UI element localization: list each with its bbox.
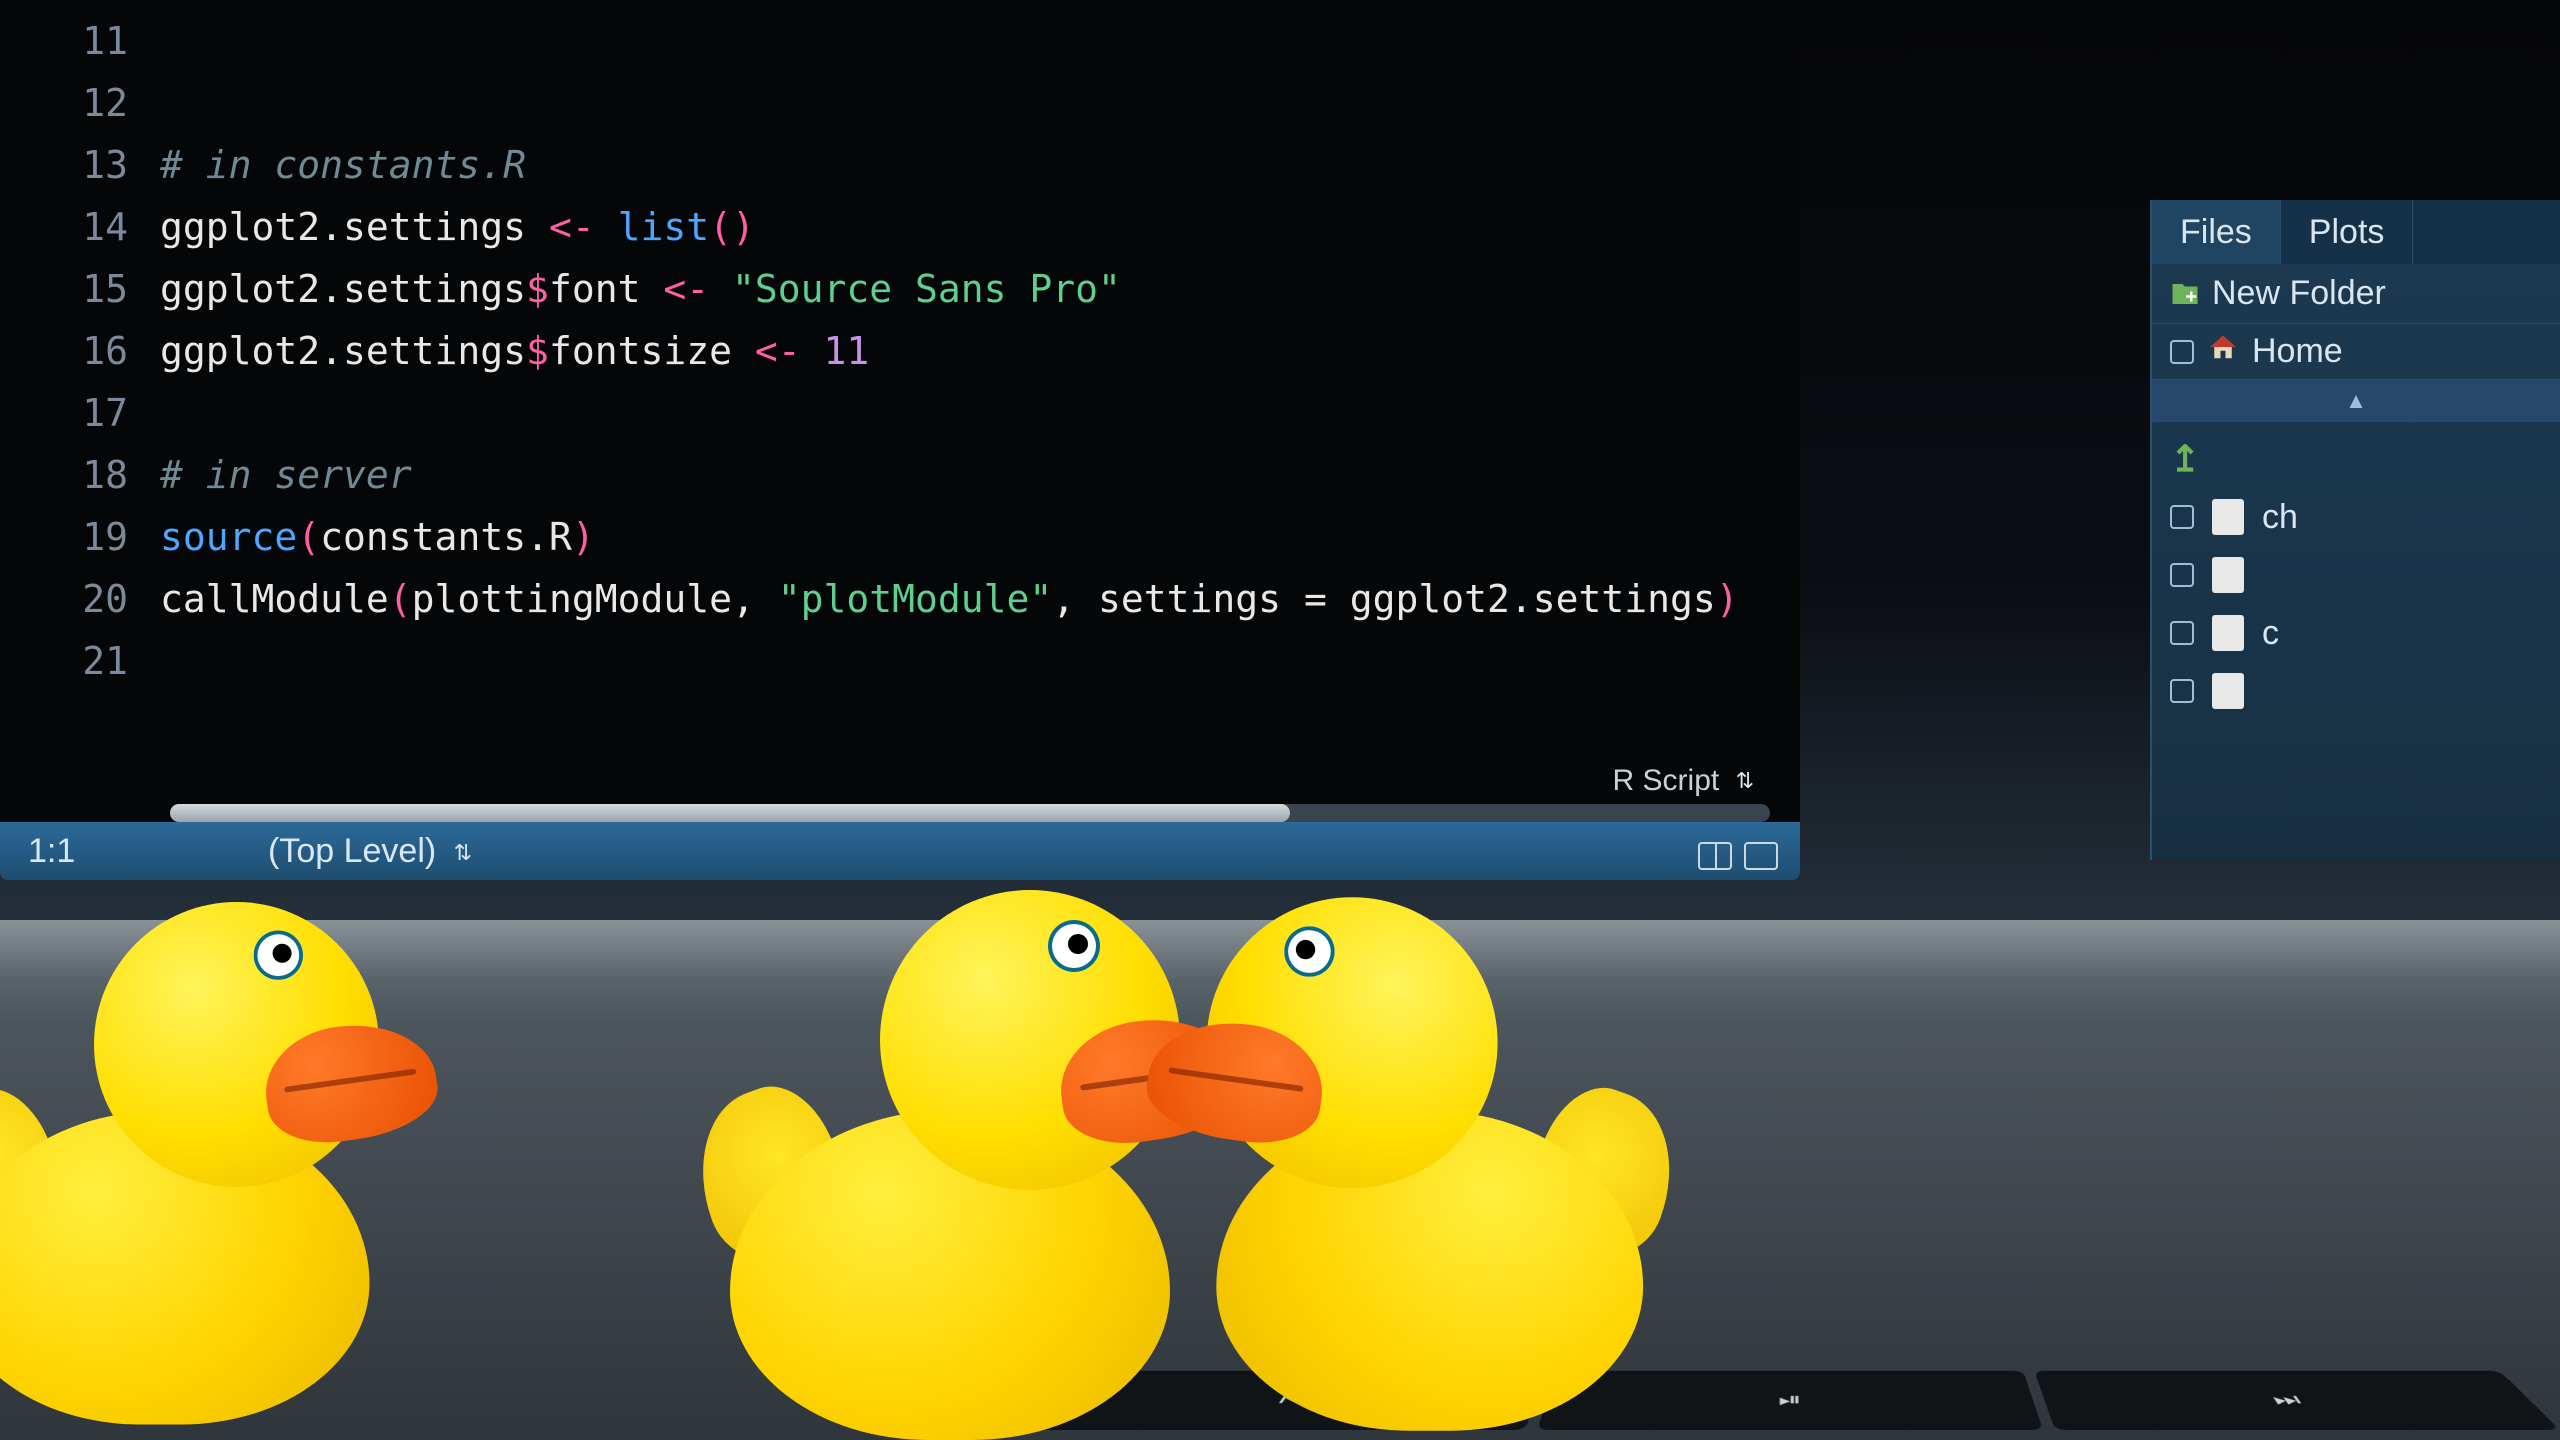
line-number: 13: [0, 134, 128, 196]
sort-icon: ▲: [2345, 388, 2367, 414]
line-number: 19: [0, 506, 128, 568]
files-pane-tabs: FilesPlots: [2152, 200, 2560, 264]
language-indicator[interactable]: R Script ⇅: [1613, 764, 1754, 798]
file-row[interactable]: [2152, 546, 2560, 604]
parent-directory-row[interactable]: ↥: [2152, 430, 2560, 488]
file-row[interactable]: ch: [2152, 488, 2560, 546]
code-line[interactable]: [160, 382, 1800, 444]
rubber-duck: [1168, 829, 1672, 1430]
line-number: 16: [0, 320, 128, 382]
code-line[interactable]: ggplot2.settings$fontsize <- 11: [160, 320, 1800, 382]
code-line[interactable]: [160, 10, 1800, 72]
updown-icon: ⇅: [454, 840, 472, 866]
file-icon: [2212, 557, 2244, 593]
file-checkbox[interactable]: [2170, 563, 2194, 587]
rubber-duck: [0, 836, 417, 1425]
file-name: ch: [2262, 498, 2298, 537]
file-icon: [2212, 673, 2244, 709]
new-folder-button[interactable]: New Folder: [2212, 274, 2386, 313]
code-line[interactable]: source(constants.R): [160, 506, 1800, 568]
line-number: 20: [0, 568, 128, 630]
updown-icon: ⇅: [1736, 768, 1754, 794]
line-number: 18: [0, 444, 128, 506]
file-row[interactable]: c: [2152, 604, 2560, 662]
code-line[interactable]: # in server: [160, 444, 1800, 506]
editor-pane: 1112131415161718192021 # in constants.Rg…: [0, 0, 1800, 880]
code-area[interactable]: 1112131415161718192021 # in constants.Rg…: [0, 0, 1800, 790]
code-line[interactable]: ggplot2.settings <- list(): [160, 196, 1800, 258]
code-text[interactable]: # in constants.Rggplot2.settings <- list…: [160, 10, 1800, 790]
files-pane: FilesPlots New Folder Home ▲ ↥ ch c: [2150, 200, 2560, 860]
scene-root: 1112131415161718192021 # in constants.Rg…: [0, 0, 2560, 1440]
line-number: 15: [0, 258, 128, 320]
line-number: 11: [0, 10, 128, 72]
files-toolbar: New Folder: [2152, 264, 2560, 324]
breadcrumb-home[interactable]: Home: [2252, 332, 2343, 371]
code-line[interactable]: callModule(plottingModule, "plotModule",…: [160, 568, 1800, 630]
breadcrumb[interactable]: Home: [2152, 324, 2560, 380]
file-checkbox[interactable]: [2170, 679, 2194, 703]
file-icon: [2212, 615, 2244, 651]
file-checkbox[interactable]: [2170, 505, 2194, 529]
file-list: ↥ ch c: [2152, 422, 2560, 728]
file-row[interactable]: [2152, 662, 2560, 720]
split-window-icon[interactable]: [1698, 842, 1732, 870]
file-list-header[interactable]: ▲: [2152, 380, 2560, 422]
tab-plots[interactable]: Plots: [2281, 200, 2414, 264]
code-line[interactable]: # in constants.R: [160, 134, 1800, 196]
language-label: R Script: [1613, 764, 1720, 797]
code-line[interactable]: ggplot2.settings$font <- "Source Sans Pr…: [160, 258, 1800, 320]
media-key: ⏭: [2034, 1371, 2560, 1430]
file-checkbox[interactable]: [2170, 621, 2194, 645]
select-all-checkbox[interactable]: [2170, 340, 2194, 364]
line-number: 17: [0, 382, 128, 444]
code-line[interactable]: [160, 72, 1800, 134]
window-layout-icons[interactable]: [1698, 842, 1778, 870]
code-line[interactable]: [160, 630, 1800, 692]
home-icon: [2208, 332, 2238, 371]
new-folder-icon[interactable]: [2170, 279, 2200, 309]
file-name: c: [2262, 614, 2279, 653]
up-arrow-icon: ↥: [2170, 438, 2200, 480]
line-number: 12: [0, 72, 128, 134]
line-number: 14: [0, 196, 128, 258]
line-number: 21: [0, 630, 128, 692]
tab-files[interactable]: Files: [2152, 200, 2281, 264]
line-number-gutter: 1112131415161718192021: [0, 10, 160, 790]
rubber-duck: [700, 820, 1220, 1440]
single-window-icon[interactable]: [1744, 842, 1778, 870]
file-icon: [2212, 499, 2244, 535]
